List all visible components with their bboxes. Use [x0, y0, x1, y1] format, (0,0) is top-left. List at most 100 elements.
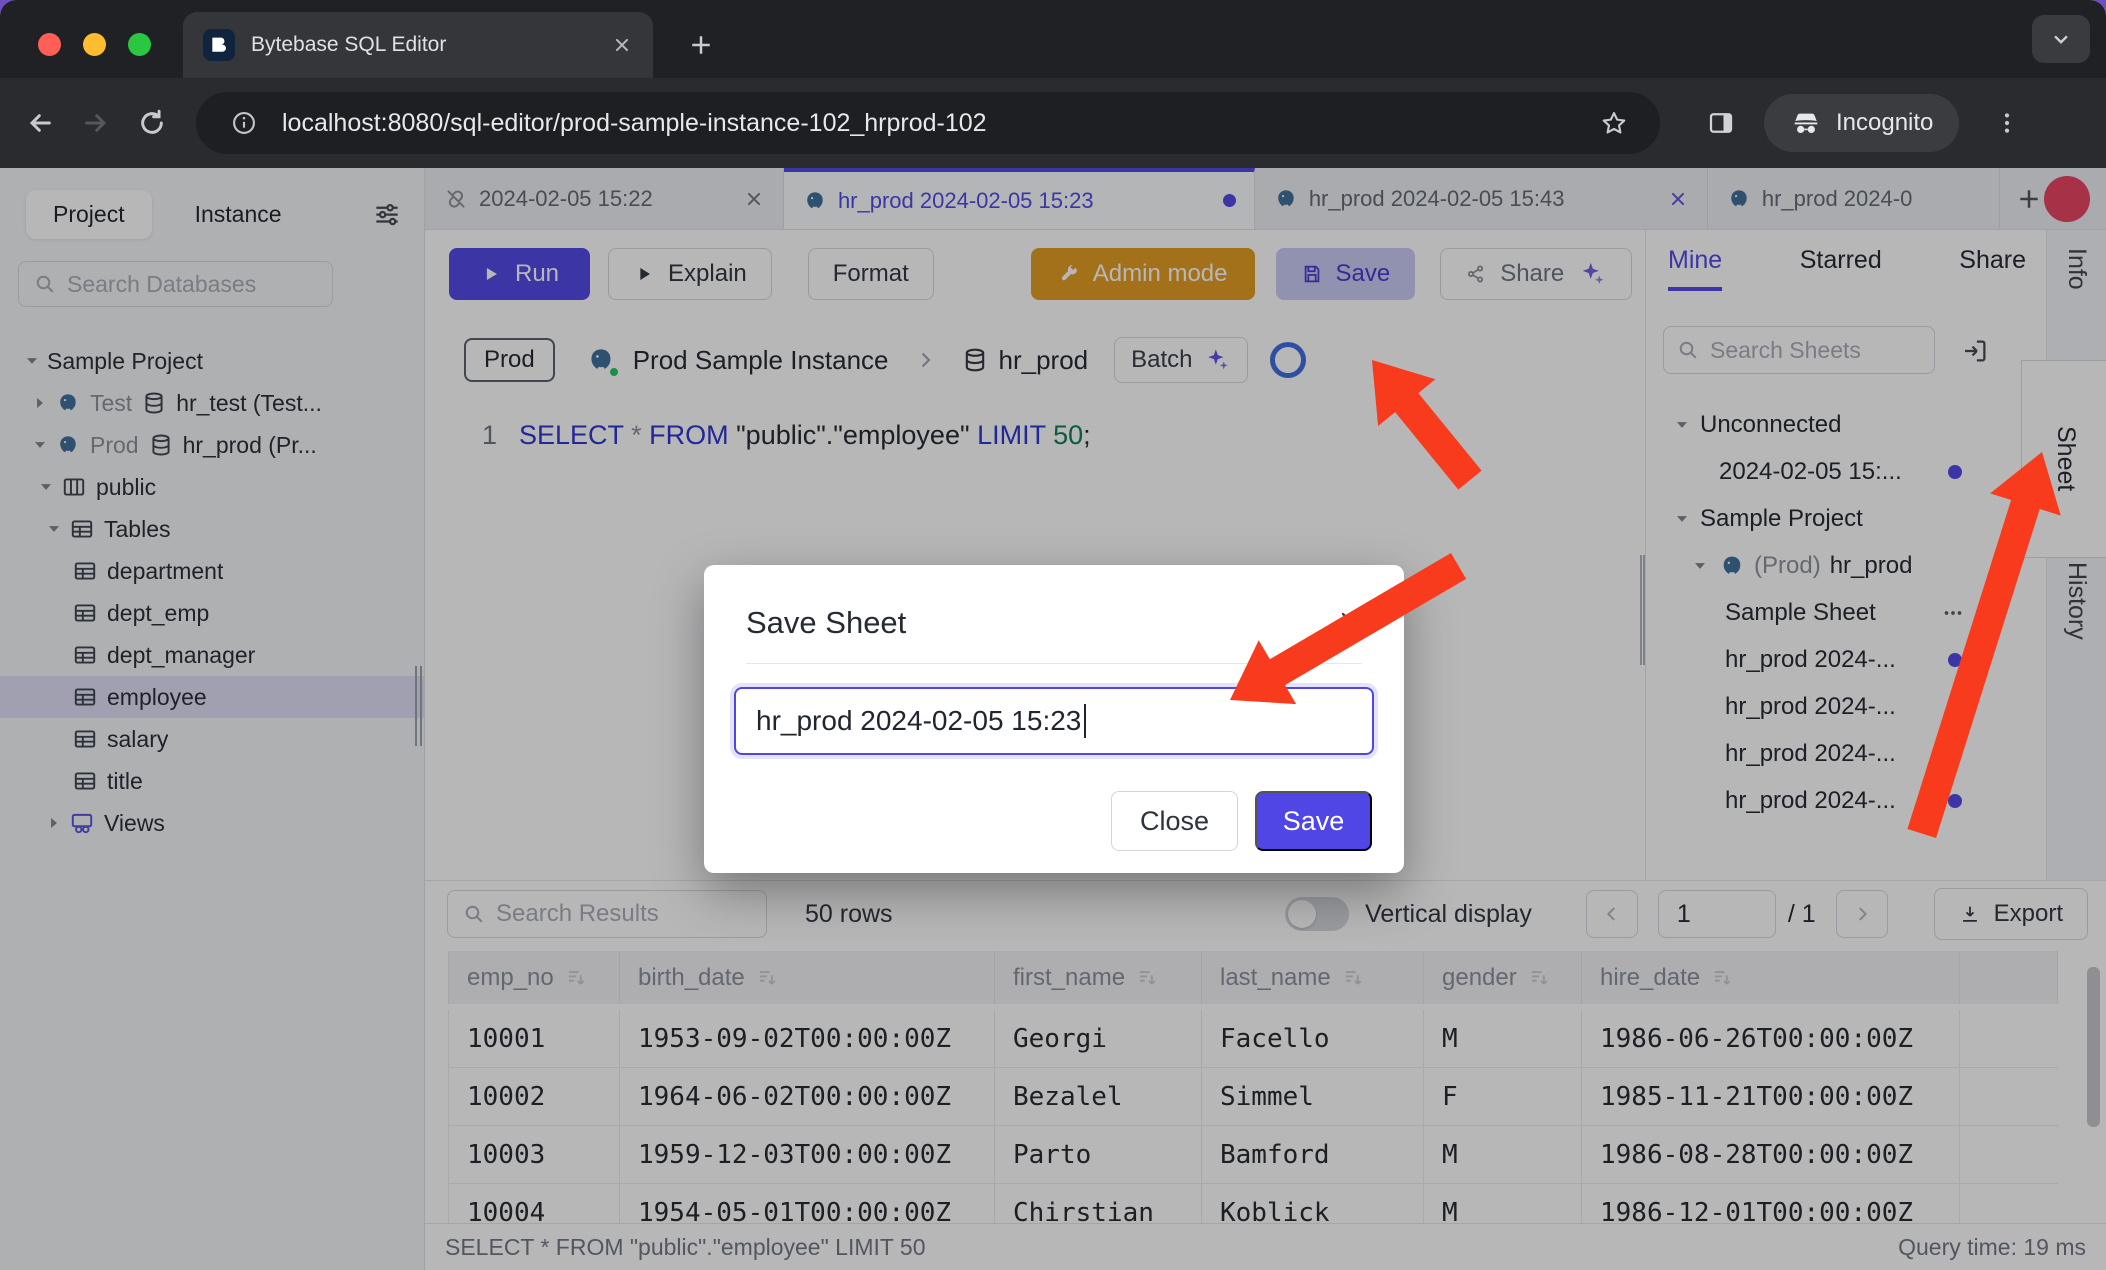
tree-item-public[interactable]: public: [0, 466, 424, 508]
sheet-item-hr-prod-2024[interactable]: hr_prod 2024-...: [1646, 730, 2046, 777]
url-bar[interactable]: localhost:8080/sql-editor/prod-sample-in…: [196, 92, 1660, 154]
tree-item-dept-manager[interactable]: dept_manager: [0, 634, 424, 676]
strip-tab-sheet[interactable]: Sheet: [2021, 360, 2106, 558]
table-scrollbar[interactable]: [2087, 967, 2100, 1127]
tree-item-hr-prod-pr[interactable]: Prodhr_prod (Pr...: [0, 424, 424, 466]
new-tab-button[interactable]: [686, 30, 716, 60]
vertical-display-toggle[interactable]: [1285, 897, 1349, 931]
assistant-icon[interactable]: [1270, 342, 1306, 378]
side-panel-icon[interactable]: [1706, 108, 1736, 138]
bookmark-star-icon[interactable]: [1600, 109, 1628, 137]
site-info-icon[interactable]: [230, 109, 258, 137]
minimize-window-button[interactable]: [83, 33, 106, 56]
tab-mine[interactable]: Mine: [1668, 246, 1722, 291]
tab-instance[interactable]: Instance: [168, 190, 309, 239]
environment-label: Prod: [90, 432, 139, 459]
results-search[interactable]: [447, 890, 767, 938]
modal-close-icon[interactable]: [1336, 607, 1364, 635]
tree-item-dept-emp[interactable]: dept_emp: [0, 592, 424, 634]
browser-menu-icon[interactable]: [1993, 109, 2021, 137]
tree-item-salary[interactable]: salary: [0, 718, 424, 760]
more-options-icon[interactable]: [1940, 600, 1966, 626]
sheet-item-sample-sheet[interactable]: Sample Sheet: [1646, 589, 2046, 636]
sheet-search[interactable]: [1663, 326, 1935, 374]
tab-project[interactable]: Project: [26, 190, 152, 239]
column-header-hire-date[interactable]: hire_date: [1582, 951, 1960, 1004]
share-button[interactable]: Share: [1440, 248, 1632, 300]
database-search[interactable]: [18, 261, 333, 307]
incognito-icon: [1790, 107, 1822, 139]
editor-tab-hr-prod-2024-02-05-15-43[interactable]: hr_prod 2024-02-05 15:43: [1255, 168, 1708, 229]
sheet-item-hr-prod-2024[interactable]: hr_prod 2024-...: [1646, 636, 2046, 683]
close-tab-icon[interactable]: [743, 188, 765, 210]
results-search-input[interactable]: [496, 900, 746, 928]
avatar[interactable]: [2044, 176, 2090, 222]
table-row[interactable]: 100021964-06-02T00:00:00ZBezalelSimmelF1…: [448, 1068, 2090, 1126]
sheet-item-hr-prod[interactable]: (Prod)hr_prod: [1646, 542, 2046, 589]
sheet-name-input[interactable]: hr_prod 2024-02-05 15:23: [734, 687, 1374, 755]
editor-tab-hr-prod-2024-0[interactable]: hr_prod 2024-0: [1708, 168, 2001, 229]
tree-item-employee[interactable]: employee: [0, 676, 424, 718]
browser-tab[interactable]: Bytebase SQL Editor: [183, 12, 653, 78]
batch-button[interactable]: Batch: [1114, 337, 1247, 383]
export-button[interactable]: Export: [1934, 888, 2088, 940]
results-table: emp_nobirth_datefirst_namelast_namegende…: [448, 951, 2090, 1223]
tree-item-hr-test-test[interactable]: Testhr_test (Test...: [0, 382, 424, 424]
sheet-item-sample-project[interactable]: Sample Project: [1646, 495, 2046, 542]
filter-settings-icon[interactable]: [372, 199, 402, 229]
import-sheet-icon[interactable]: [1960, 336, 1990, 366]
tree-caret: [1672, 509, 1692, 529]
cell-first-name: Georgi: [995, 1010, 1202, 1068]
tree-item-title[interactable]: title: [0, 760, 424, 802]
column-header-first-name[interactable]: first_name: [995, 951, 1202, 1004]
sidebar-resize-handle[interactable]: [415, 666, 422, 746]
editor-tab-2024-02-05-15-22[interactable]: 2024-02-05 15:22: [425, 168, 784, 229]
new-sheet-button[interactable]: [2014, 184, 2044, 214]
close-tab-icon[interactable]: [611, 34, 633, 56]
sheet-item-hr-prod-2024[interactable]: hr_prod 2024-...: [1646, 683, 2046, 730]
tab-starred[interactable]: Starred: [1800, 246, 1882, 291]
prev-page-button[interactable]: [1586, 890, 1638, 938]
sheet-item-unconnected[interactable]: Unconnected: [1646, 401, 2046, 448]
sheet-item-2024-02-05-15[interactable]: 2024-02-05 15:...: [1646, 448, 2046, 495]
table-row[interactable]: 100031959-12-03T00:00:00ZPartoBamfordM19…: [448, 1126, 2090, 1184]
line-number: 1: [425, 420, 497, 880]
editor-tab-hr-prod-2024-02-05-15-23[interactable]: hr_prod 2024-02-05 15:23: [784, 168, 1255, 229]
format-button[interactable]: Format: [808, 248, 934, 300]
sheet-item-hr-prod-2024[interactable]: hr_prod 2024-...: [1646, 777, 2046, 824]
column-header-emp-no[interactable]: emp_no: [448, 951, 620, 1004]
modal-save-button[interactable]: Save: [1255, 791, 1372, 851]
modal-close-button[interactable]: Close: [1111, 791, 1238, 851]
tree-item-department[interactable]: department: [0, 550, 424, 592]
environment-chip[interactable]: Prod: [464, 338, 555, 382]
save-floppy-icon: [1301, 263, 1323, 285]
next-page-button[interactable]: [1836, 890, 1888, 938]
strip-tab-info[interactable]: Info: [2062, 248, 2091, 290]
reload-icon[interactable]: [136, 107, 168, 139]
column-header-birth-date[interactable]: birth_date: [620, 951, 995, 1004]
forward-icon[interactable]: [80, 107, 112, 139]
close-window-button[interactable]: [38, 33, 61, 56]
tree-item-sample-project[interactable]: Sample Project: [0, 340, 424, 382]
save-button[interactable]: Save: [1276, 248, 1416, 300]
database-search-input[interactable]: [67, 271, 307, 298]
page-number-input[interactable]: [1658, 890, 1776, 938]
tree-item-views[interactable]: Views: [0, 802, 424, 844]
tab-search-button[interactable]: [2032, 15, 2090, 63]
zoom-window-button[interactable]: [128, 33, 151, 56]
table-row[interactable]: 100011953-09-02T00:00:00ZGeorgiFacelloM1…: [448, 1010, 2090, 1068]
instance-name[interactable]: Prod Sample Instance: [633, 345, 889, 376]
strip-tab-history[interactable]: History: [2062, 562, 2091, 640]
back-icon[interactable]: [24, 107, 56, 139]
run-button[interactable]: Run: [449, 248, 590, 300]
tree-item-tables[interactable]: Tables: [0, 508, 424, 550]
admin-mode-button[interactable]: Admin mode: [1031, 248, 1255, 300]
tab-share[interactable]: Share: [1959, 246, 2026, 291]
sheet-search-input[interactable]: [1710, 337, 1910, 364]
close-tab-icon[interactable]: [1667, 188, 1689, 210]
column-header-gender[interactable]: gender: [1424, 951, 1582, 1004]
explain-button[interactable]: Explain: [608, 248, 772, 300]
table-row[interactable]: 100041954-05-01T00:00:00ZChirstianKoblic…: [448, 1184, 2090, 1223]
column-header-last-name[interactable]: last_name: [1202, 951, 1424, 1004]
database-name[interactable]: hr_prod: [999, 345, 1089, 376]
